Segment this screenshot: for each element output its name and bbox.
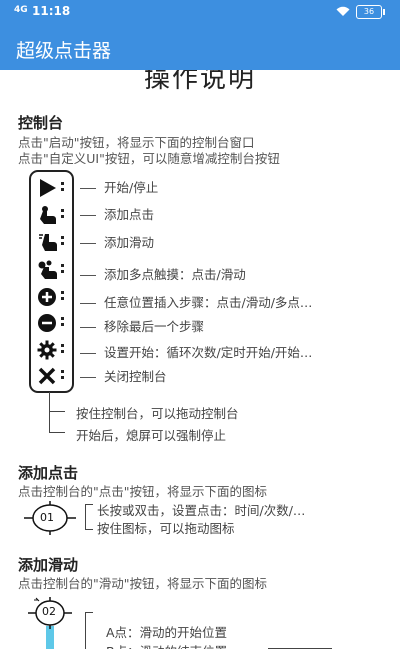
drag-dots-icon xyxy=(61,264,65,273)
console-item-label: 设置开始：循环次数/定时开始/开始… xyxy=(80,342,312,361)
add-click-bracket xyxy=(85,504,86,530)
add-swipe-note-end: B点：滑动的结束位置 xyxy=(106,641,227,649)
multi-touch-icon xyxy=(37,260,59,280)
drag-dots-icon xyxy=(61,209,65,218)
click-target-label: 01 xyxy=(40,511,54,524)
console-item-label: 添加多点触摸：点击/滑动 xyxy=(80,264,246,283)
drag-dots-icon xyxy=(61,344,65,353)
swipe-target-icon xyxy=(22,596,78,649)
swipe-target-label: 02 xyxy=(42,605,56,618)
add-click-desc: 点击控制台的"点击"按钮，将显示下面的图标 xyxy=(18,484,267,499)
console-item-label: 开始/停止 xyxy=(80,177,158,196)
console-item-label: 移除最后一个步骤 xyxy=(80,316,204,335)
console-item-label: 添加点击 xyxy=(80,204,154,223)
section-title-add-swipe: 添加滑动 xyxy=(18,556,79,574)
console-item-label: 任意位置插入步骤：点击/滑动/多点… xyxy=(80,292,312,311)
gear-icon xyxy=(37,340,59,360)
drag-dots-icon xyxy=(61,236,65,245)
plus-circle-icon xyxy=(37,287,59,307)
status-time: 11:18 xyxy=(32,4,71,18)
console-desc-2: 点击"自定义UI"按钮，可以随意增减控制台按钮 xyxy=(18,151,280,166)
drag-dots-icon xyxy=(61,317,65,326)
signal-indicator: 4G xyxy=(14,5,28,15)
add-swipe-desc: 点击控制台的"滑动"按钮，将显示下面的图标 xyxy=(18,576,267,591)
play-icon xyxy=(37,178,59,198)
add-click-hook xyxy=(85,529,93,530)
add-swipe-hook xyxy=(85,612,93,613)
console-note-hook xyxy=(49,432,65,433)
console-note-stop: 开始后，熄屏可以强制停止 xyxy=(76,428,227,443)
drag-dots-icon xyxy=(61,370,65,379)
console-panel-illustration xyxy=(29,170,74,393)
swipe-icon xyxy=(37,232,59,252)
drag-dots-icon xyxy=(61,182,65,191)
add-swipe-bracket xyxy=(85,612,86,649)
status-bar: 4G 11:18 36 xyxy=(0,0,400,24)
app-title: 超级点击器 xyxy=(16,40,112,62)
section-title-add-click: 添加点击 xyxy=(18,464,79,482)
console-item-label: 添加滑动 xyxy=(80,232,154,251)
tap-icon xyxy=(37,205,59,225)
add-click-note-drag: 按住图标，可以拖动图标 xyxy=(97,521,235,536)
add-click-note-settings: 长按或双击，设置点击：时间/次数/… xyxy=(97,503,306,518)
console-note-bracket xyxy=(49,392,50,432)
add-click-hook xyxy=(85,504,93,505)
console-note-drag: 按住控制台，可以拖动控制台 xyxy=(76,406,239,421)
instructions-content[interactable]: 操作说明 控制台 点击"启动"按钮，将显示下面的控制台窗口 点击"自定义UI"按… xyxy=(0,70,400,649)
console-note-hook xyxy=(49,411,65,412)
section-title-console: 控制台 xyxy=(18,114,64,132)
page-title: 操作说明 xyxy=(143,70,256,94)
battery-indicator: 36 xyxy=(356,5,385,19)
drag-dots-icon xyxy=(61,291,65,300)
close-icon xyxy=(37,366,59,386)
console-item-label: 关闭控制台 xyxy=(80,366,167,385)
app-bar: 超级点击器 xyxy=(0,24,400,70)
minus-circle-icon xyxy=(37,313,59,333)
add-swipe-note-start: A点：滑动的开始位置 xyxy=(106,625,228,640)
wifi-icon xyxy=(336,6,350,20)
